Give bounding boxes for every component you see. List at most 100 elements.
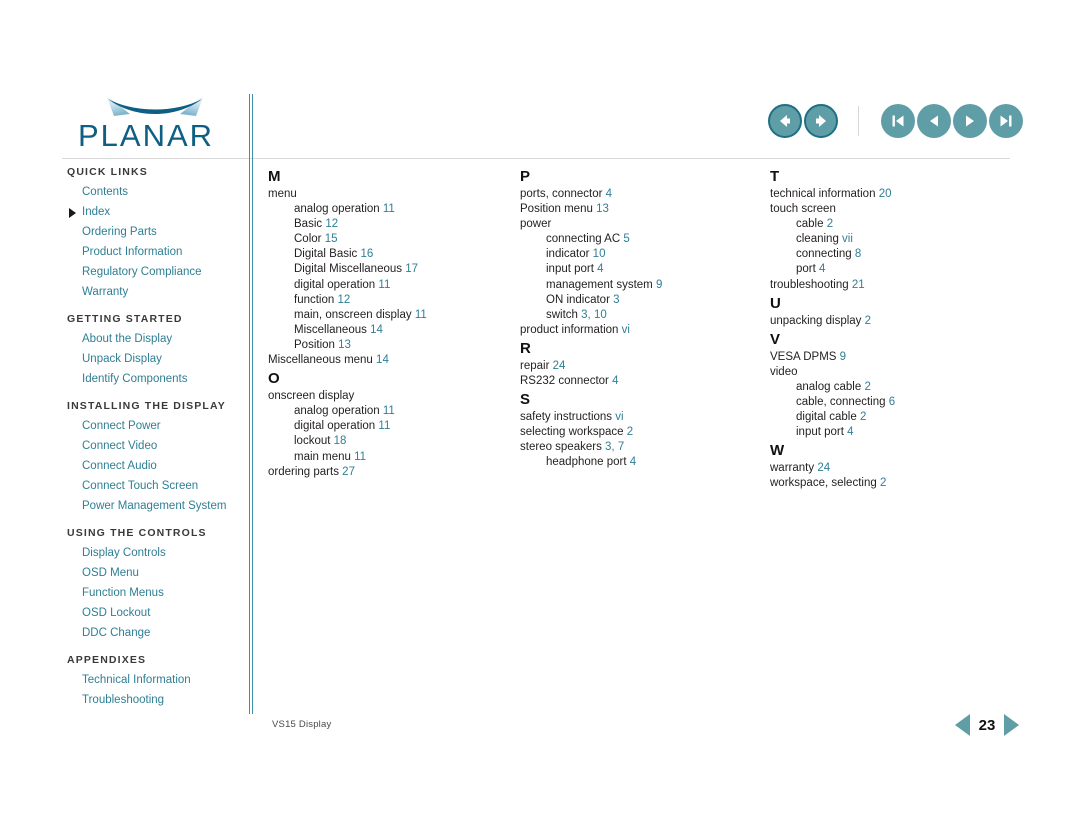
index-entry-page-number[interactable]: 24 [553,360,566,372]
index-entry-page-number[interactable]: 11 [383,203,395,215]
sidebar-item-connect-power[interactable]: Connect Power [62,416,242,436]
index-entry[interactable]: Digital Miscellaneous 17 [268,262,508,277]
index-entry[interactable]: workspace, selecting 2 [770,476,1010,491]
index-entry[interactable]: main, onscreen display 11 [268,308,508,323]
planar-logo[interactable]: PLANAR [78,93,233,155]
index-entry[interactable]: Miscellaneous menu 14 [268,353,508,368]
index-entry-page-number[interactable]: 17 [405,263,418,275]
sidebar-item-unpack-display[interactable]: Unpack Display [62,349,242,369]
index-entry-page-number[interactable]: 14 [376,354,389,366]
back-button[interactable] [768,104,802,138]
index-entry-page-number[interactable]: 4 [612,375,618,387]
previous-page-arrow[interactable] [955,714,970,736]
index-entry[interactable]: ports, connector 4 [520,187,760,202]
index-entry-page-number[interactable]: 2 [827,218,833,230]
index-entry[interactable]: repair 24 [520,359,760,374]
index-entry[interactable]: troubleshooting 21 [770,278,1010,293]
next-page-arrow[interactable] [1004,714,1019,736]
index-entry[interactable]: product information vi [520,323,760,338]
index-entry[interactable]: Digital Basic 16 [268,247,508,262]
index-entry-page-number[interactable]: 2 [627,426,633,438]
index-entry-page-number[interactable]: 4 [630,456,636,468]
sidebar-item-product-information[interactable]: Product Information [62,242,242,262]
index-entry[interactable]: video [770,365,1010,380]
first-page-button[interactable] [881,104,915,138]
index-entry[interactable]: digital operation 11 [268,419,508,434]
index-entry-page-number[interactable]: 18 [334,435,347,447]
index-entry[interactable]: warranty 24 [770,461,1010,476]
index-entry-page-number[interactable]: 11 [383,405,395,417]
index-entry[interactable]: digital cable 2 [770,410,1010,425]
index-entry[interactable]: main menu 11 [268,450,508,465]
index-entry-page-number[interactable]: 4 [597,263,603,275]
sidebar-item-identify-components[interactable]: Identify Components [62,369,242,389]
index-entry-page-number[interactable]: 24 [817,462,830,474]
next-page-button[interactable] [953,104,987,138]
sidebar-item-contents[interactable]: Contents [62,182,242,202]
index-entry[interactable]: switch 3, 10 [520,308,760,323]
last-page-button[interactable] [989,104,1023,138]
index-entry[interactable]: input port 4 [520,262,760,277]
index-entry-page-number[interactable]: 14 [370,324,383,336]
index-entry-page-number[interactable]: 5 [623,233,629,245]
index-entry[interactable]: connecting 8 [770,247,1010,262]
index-entry-page-number[interactable]: 3, 10 [581,309,607,321]
sidebar-item-connect-touch-screen[interactable]: Connect Touch Screen [62,476,242,496]
index-entry-page-number[interactable]: 6 [889,396,895,408]
index-entry[interactable]: cleaning vii [770,232,1010,247]
index-entry[interactable]: lockout 18 [268,434,508,449]
index-entry-page-number[interactable]: 9 [656,279,662,291]
index-entry-page-number[interactable]: 11 [378,279,390,291]
index-entry[interactable]: VESA DPMS 9 [770,350,1010,365]
index-entry[interactable]: safety instructions vi [520,410,760,425]
sidebar-item-regulatory-compliance[interactable]: Regulatory Compliance [62,262,242,282]
index-entry[interactable]: selecting workspace 2 [520,425,760,440]
sidebar-item-warranty[interactable]: Warranty [62,282,242,302]
sidebar-item-power-management-system[interactable]: Power Management System [62,496,242,516]
sidebar-item-function-menus[interactable]: Function Menus [62,583,242,603]
index-entry-page-number[interactable]: 4 [847,426,853,438]
index-entry[interactable]: connecting AC 5 [520,232,760,247]
sidebar-item-index[interactable]: Index [62,202,242,222]
sidebar-item-connect-video[interactable]: Connect Video [62,436,242,456]
index-entry-page-number[interactable]: 11 [415,309,427,321]
index-entry[interactable]: Basic 12 [268,217,508,232]
index-entry[interactable]: menu [268,187,508,202]
index-entry-page-number[interactable]: 11 [378,420,390,432]
index-entry[interactable]: ON indicator 3 [520,293,760,308]
index-entry[interactable]: function 12 [268,293,508,308]
index-entry-page-number[interactable]: 2 [865,315,871,327]
index-entry[interactable]: input port 4 [770,425,1010,440]
index-entry[interactable]: onscreen display [268,389,508,404]
sidebar-item-about-the-display[interactable]: About the Display [62,329,242,349]
index-entry[interactable]: digital operation 11 [268,278,508,293]
index-entry[interactable]: cable 2 [770,217,1010,232]
index-entry[interactable]: ordering parts 27 [268,465,508,480]
sidebar-item-osd-menu[interactable]: OSD Menu [62,563,242,583]
index-entry[interactable]: cable, connecting 6 [770,395,1010,410]
index-entry-page-number[interactable]: 12 [325,218,338,230]
index-entry[interactable]: headphone port 4 [520,455,760,470]
index-entry[interactable]: port 4 [770,262,1010,277]
index-entry-page-number[interactable]: 4 [606,188,612,200]
forward-button[interactable] [804,104,838,138]
sidebar-item-technical-information[interactable]: Technical Information [62,670,242,690]
index-entry[interactable]: management system 9 [520,278,760,293]
index-entry-page-number[interactable]: 13 [338,339,351,351]
sidebar-item-troubleshooting[interactable]: Troubleshooting [62,690,242,710]
index-entry-page-number[interactable]: 10 [593,248,606,260]
sidebar-item-display-controls[interactable]: Display Controls [62,543,242,563]
index-entry-page-number[interactable]: 11 [354,451,366,463]
index-entry[interactable]: Position 13 [268,338,508,353]
index-entry-page-number[interactable]: vii [842,233,853,245]
index-entry-page-number[interactable]: 3, 7 [605,441,624,453]
index-entry-page-number[interactable]: 4 [819,263,825,275]
index-entry[interactable]: power [520,217,760,232]
sidebar-item-osd-lockout[interactable]: OSD Lockout [62,603,242,623]
index-entry[interactable]: touch screen [770,202,1010,217]
index-entry[interactable]: indicator 10 [520,247,760,262]
index-entry[interactable]: Color 15 [268,232,508,247]
index-entry[interactable]: technical information 20 [770,187,1010,202]
previous-page-button[interactable] [917,104,951,138]
index-entry-page-number[interactable]: 2 [860,411,866,423]
